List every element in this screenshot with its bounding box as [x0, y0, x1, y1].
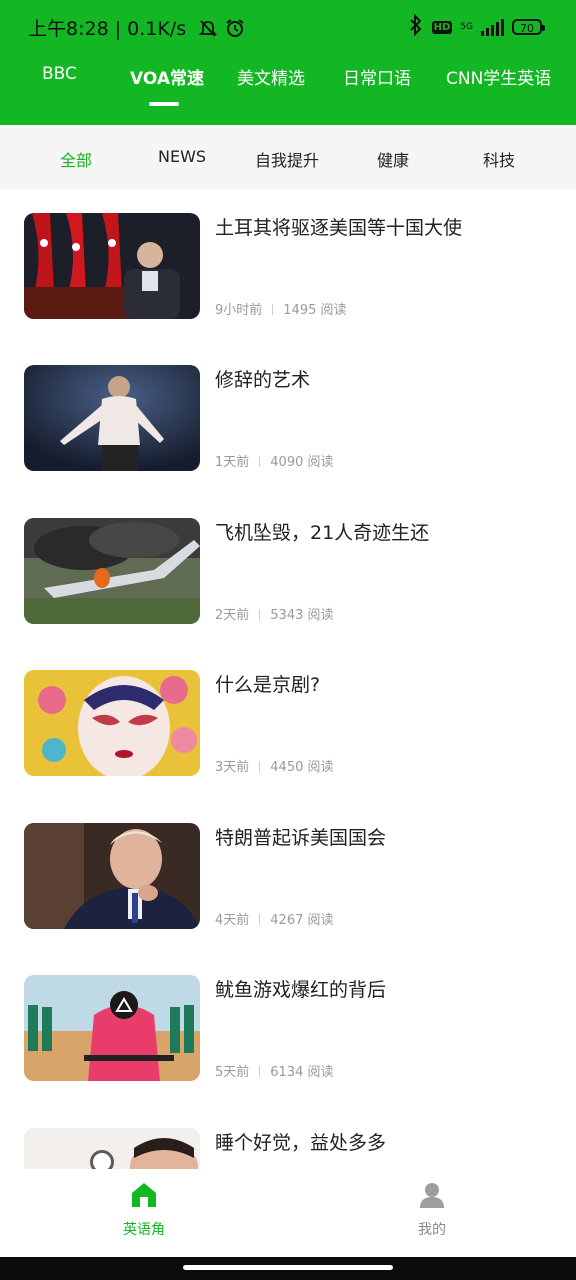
nav-english-corner[interactable]: 英语角: [104, 1175, 184, 1245]
hd-icon: HD: [431, 20, 453, 34]
article-thumbnail: [24, 1128, 200, 1169]
bottom-navigation: 英语角 我的: [0, 1169, 576, 1257]
status-right: HD 5G 70: [408, 13, 545, 40]
article-thumbnail: [24, 975, 200, 1081]
profile-icon: [418, 1181, 446, 1213]
battery-icon: 70: [512, 19, 545, 35]
article-meta: 3天前 4450 阅读: [215, 756, 334, 775]
article-thumbnail: [24, 518, 200, 624]
category-self-improvement[interactable]: 自我提升: [255, 147, 319, 171]
article-item[interactable]: 睡个好觉，益处多多: [24, 1128, 554, 1169]
alarm-icon: [224, 18, 246, 40]
app-header: 上午8:28 | 0.1K/s HD 5G 70 BBC VOA常速 美文精选 …: [0, 0, 576, 125]
status-bar: 上午8:28 | 0.1K/s HD 5G 70: [0, 0, 576, 52]
article-meta: 1天前 4090 阅读: [215, 451, 334, 470]
top-tabs: BBC VOA常速 美文精选 日常口语 CNN学生英语: [0, 52, 576, 125]
article-item[interactable]: 飞机坠毁，21人奇迹生还 2天前 5343 阅读: [24, 518, 554, 624]
article-time: 5天前: [215, 1065, 250, 1080]
mute-icon: [198, 18, 224, 40]
article-time: 1天前: [215, 455, 250, 470]
status-time: 上午8:28: [28, 18, 109, 40]
article-title[interactable]: 鱿鱼游戏爆红的背后: [215, 975, 386, 1002]
article-title[interactable]: 飞机坠毁，21人奇迹生还: [215, 518, 429, 545]
tab-daily-speaking[interactable]: 日常口语: [343, 64, 411, 89]
signal-icon: [481, 18, 504, 36]
status-speed: 0.1K/s: [127, 18, 187, 40]
home-icon: [130, 1181, 158, 1213]
category-health[interactable]: 健康: [377, 147, 409, 171]
article-item[interactable]: 修辞的艺术 1天前 4090 阅读: [24, 365, 554, 471]
article-title[interactable]: 修辞的艺术: [215, 365, 310, 392]
article-thumbnail: [24, 670, 200, 776]
article-list: 土耳其将驱逐美国等十国大使 9小时前 1495 阅读 修辞的艺术 1天前 4090 …: [0, 189, 576, 1169]
article-thumbnail: [24, 365, 200, 471]
article-reads: 1495 阅读: [283, 303, 347, 318]
bluetooth-icon: [408, 13, 424, 40]
article-time: 3天前: [215, 760, 250, 775]
home-indicator[interactable]: [183, 1265, 393, 1270]
category-news[interactable]: NEWS: [158, 147, 206, 166]
tab-cnn[interactable]: CNN学生英语: [446, 64, 551, 89]
nav-mine-label: 我的: [418, 1222, 446, 1238]
nav-mine[interactable]: 我的: [392, 1175, 472, 1245]
article-title[interactable]: 睡个好觉，益处多多: [215, 1128, 386, 1155]
article-meta: 9小时前 1495 阅读: [215, 299, 347, 318]
nav-english-corner-label: 英语角: [123, 1222, 165, 1238]
status-left: 上午8:28 | 0.1K/s: [28, 14, 246, 41]
active-tab-indicator: [149, 102, 179, 106]
article-item[interactable]: 什么是京剧? 3天前 4450 阅读: [24, 670, 554, 776]
article-title[interactable]: 特朗普起诉美国国会: [215, 823, 386, 850]
article-item[interactable]: 土耳其将驱逐美国等十国大使 9小时前 1495 阅读: [24, 213, 554, 319]
article-reads: 4450 阅读: [270, 760, 334, 775]
tab-meiwen[interactable]: 美文精选: [237, 64, 305, 89]
category-all[interactable]: 全部: [60, 147, 92, 171]
article-time: 9小时前: [215, 303, 263, 318]
article-reads: 4090 阅读: [270, 455, 334, 470]
article-meta: 2天前 5343 阅读: [215, 604, 334, 623]
article-title[interactable]: 什么是京剧?: [215, 670, 320, 697]
article-item[interactable]: 特朗普起诉美国国会 4天前 4267 阅读: [24, 823, 554, 929]
article-time: 4天前: [215, 913, 250, 928]
article-thumbnail: [24, 823, 200, 929]
article-meta: 5天前 6134 阅读: [215, 1061, 334, 1080]
article-reads: 5343 阅读: [270, 608, 334, 623]
article-item[interactable]: 鱿鱼游戏爆红的背后 5天前 6134 阅读: [24, 975, 554, 1081]
article-thumbnail: [24, 213, 200, 319]
network-type: 5G: [460, 22, 473, 32]
category-tech[interactable]: 科技: [483, 147, 515, 171]
article-reads: 4267 阅读: [270, 913, 334, 928]
article-title[interactable]: 土耳其将驱逐美国等十国大使: [215, 213, 462, 240]
category-tabs: 全部 NEWS 自我提升 健康 科技: [0, 125, 576, 189]
article-reads: 6134 阅读: [270, 1065, 334, 1080]
article-meta: 4天前 4267 阅读: [215, 909, 334, 928]
tab-bbc[interactable]: BBC: [42, 64, 77, 84]
tab-voa[interactable]: VOA常速: [130, 64, 204, 89]
gesture-bar: [0, 1257, 576, 1280]
article-time: 2天前: [215, 608, 250, 623]
